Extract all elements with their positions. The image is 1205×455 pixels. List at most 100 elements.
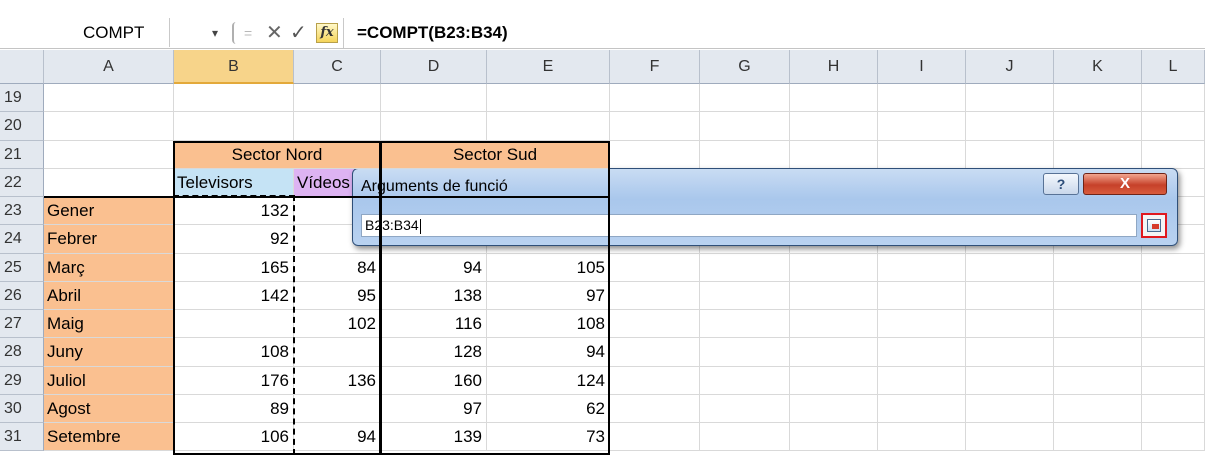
select-all-corner[interactable] bbox=[0, 50, 44, 84]
cell[interactable] bbox=[700, 367, 790, 395]
close-button[interactable]: X bbox=[1083, 173, 1167, 195]
cell[interactable] bbox=[1142, 395, 1205, 423]
row-header-23[interactable]: 23 bbox=[0, 197, 44, 225]
cell[interactable] bbox=[610, 395, 700, 423]
cell[interactable] bbox=[700, 84, 790, 112]
sector-nord-header[interactable]: Sector Nord bbox=[174, 141, 381, 169]
column-header-f[interactable]: F bbox=[610, 50, 700, 84]
row-header-29[interactable]: 29 bbox=[0, 367, 44, 395]
column-header-j[interactable]: J bbox=[966, 50, 1054, 84]
cell[interactable] bbox=[790, 282, 878, 310]
cell[interactable] bbox=[1054, 367, 1142, 395]
insert-function-button[interactable]: fx bbox=[316, 23, 338, 43]
cell[interactable] bbox=[878, 367, 966, 395]
value-cell-b[interactable]: 132 bbox=[174, 197, 294, 225]
cell[interactable] bbox=[966, 310, 1054, 338]
cell[interactable] bbox=[878, 338, 966, 366]
cell[interactable] bbox=[790, 395, 878, 423]
row-header-19[interactable]: 19 bbox=[0, 84, 44, 112]
help-button[interactable]: ? bbox=[1043, 173, 1079, 195]
cell[interactable] bbox=[966, 367, 1054, 395]
value-cell-d[interactable]: 138 bbox=[381, 282, 487, 310]
value-cell-b[interactable]: 89 bbox=[174, 395, 294, 423]
cell[interactable] bbox=[44, 169, 174, 197]
cell[interactable] bbox=[487, 84, 610, 112]
cell[interactable] bbox=[610, 423, 700, 451]
value-cell-c[interactable]: 136 bbox=[294, 367, 381, 395]
column-header-h[interactable]: H bbox=[790, 50, 878, 84]
cell[interactable] bbox=[790, 254, 878, 282]
column-header-k[interactable]: K bbox=[1054, 50, 1142, 84]
cell[interactable] bbox=[966, 141, 1054, 169]
month-cell[interactable]: Abril bbox=[44, 282, 174, 310]
cell[interactable] bbox=[790, 84, 878, 112]
cell[interactable] bbox=[1142, 84, 1205, 112]
cell[interactable] bbox=[878, 112, 966, 140]
cell[interactable] bbox=[1054, 254, 1142, 282]
cell[interactable] bbox=[966, 395, 1054, 423]
row-header-30[interactable]: 30 bbox=[0, 395, 44, 423]
cell[interactable] bbox=[1142, 112, 1205, 140]
value-cell-d[interactable]: 128 bbox=[381, 338, 487, 366]
cell[interactable] bbox=[174, 112, 294, 140]
cell[interactable] bbox=[700, 141, 790, 169]
cell[interactable] bbox=[294, 84, 381, 112]
cell[interactable] bbox=[610, 282, 700, 310]
cell[interactable] bbox=[610, 310, 700, 338]
cell[interactable] bbox=[1054, 338, 1142, 366]
row-header-20[interactable]: 20 bbox=[0, 112, 44, 140]
value-cell-c[interactable] bbox=[294, 395, 381, 423]
cell[interactable] bbox=[966, 84, 1054, 112]
cell[interactable] bbox=[1054, 282, 1142, 310]
cell[interactable] bbox=[44, 84, 174, 112]
cell[interactable] bbox=[878, 282, 966, 310]
cell[interactable] bbox=[1054, 423, 1142, 451]
enter-icon[interactable]: ✓ bbox=[290, 18, 307, 48]
cell[interactable] bbox=[966, 338, 1054, 366]
cell[interactable] bbox=[1054, 310, 1142, 338]
row-header-26[interactable]: 26 bbox=[0, 282, 44, 310]
cell[interactable] bbox=[1142, 423, 1205, 451]
cell[interactable] bbox=[878, 254, 966, 282]
month-cell[interactable]: Febrer bbox=[44, 225, 174, 253]
value-cell-c[interactable]: 84 bbox=[294, 254, 381, 282]
row-header-22[interactable]: 22 bbox=[0, 169, 44, 197]
cell[interactable] bbox=[790, 310, 878, 338]
cell[interactable] bbox=[487, 112, 610, 140]
cell[interactable] bbox=[610, 141, 700, 169]
value-cell-d[interactable]: 97 bbox=[381, 395, 487, 423]
column-header-b[interactable]: B bbox=[174, 50, 294, 84]
row-header-21[interactable]: 21 bbox=[0, 141, 44, 169]
televisors-header[interactable]: Televisors bbox=[174, 169, 294, 197]
cell[interactable] bbox=[44, 141, 174, 169]
month-cell[interactable]: Març bbox=[44, 254, 174, 282]
value-cell-b[interactable]: 92 bbox=[174, 225, 294, 253]
month-cell[interactable]: Maig bbox=[44, 310, 174, 338]
cell[interactable] bbox=[790, 338, 878, 366]
cell[interactable] bbox=[1054, 112, 1142, 140]
name-box[interactable]: COMPT bbox=[0, 18, 170, 47]
range-input[interactable]: B23:B34 bbox=[361, 214, 1137, 237]
column-header-c[interactable]: C bbox=[294, 50, 381, 84]
cell[interactable] bbox=[1054, 84, 1142, 112]
cell[interactable] bbox=[878, 423, 966, 451]
value-cell-e[interactable]: 94 bbox=[487, 338, 610, 366]
cell[interactable] bbox=[700, 112, 790, 140]
cell[interactable] bbox=[1142, 310, 1205, 338]
value-cell-d[interactable]: 94 bbox=[381, 254, 487, 282]
month-cell[interactable]: Gener bbox=[44, 197, 174, 225]
column-header-d[interactable]: D bbox=[381, 50, 487, 84]
value-cell-b[interactable]: 142 bbox=[174, 282, 294, 310]
value-cell-c[interactable]: 95 bbox=[294, 282, 381, 310]
column-header-e[interactable]: E bbox=[487, 50, 610, 84]
cell[interactable] bbox=[610, 254, 700, 282]
column-header-g[interactable]: G bbox=[700, 50, 790, 84]
cell[interactable] bbox=[966, 282, 1054, 310]
value-cell-d[interactable]: 160 bbox=[381, 367, 487, 395]
cell[interactable] bbox=[1142, 282, 1205, 310]
row-header-27[interactable]: 27 bbox=[0, 310, 44, 338]
cell[interactable] bbox=[790, 423, 878, 451]
column-header-l[interactable]: L bbox=[1142, 50, 1205, 84]
cell[interactable] bbox=[44, 112, 174, 140]
cell[interactable] bbox=[1142, 254, 1205, 282]
